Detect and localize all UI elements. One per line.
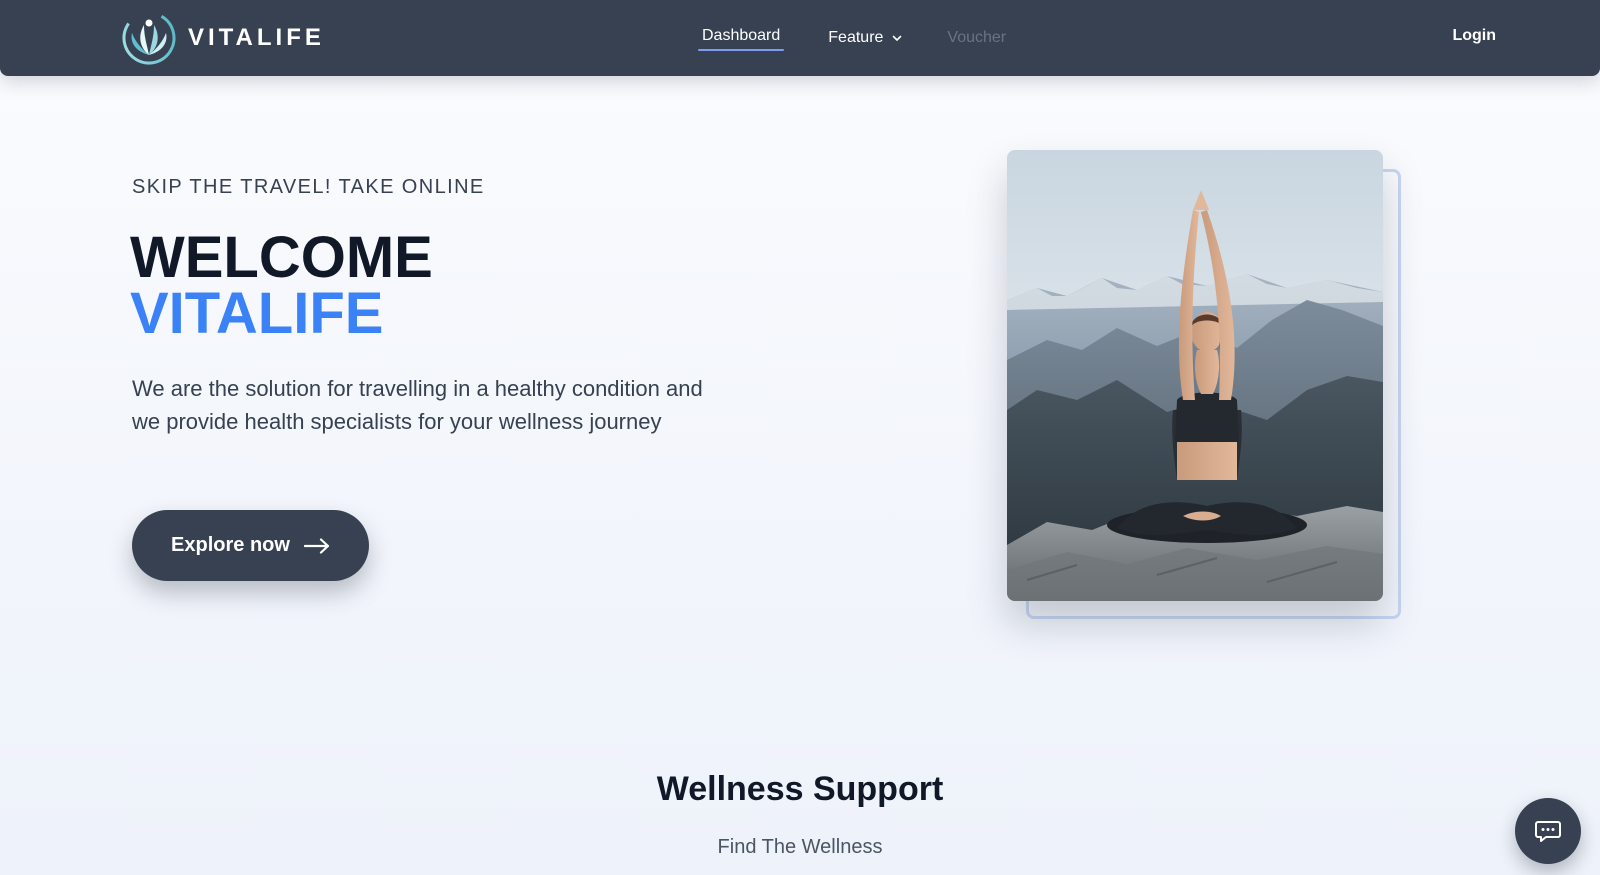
page: VITALIFE Dashboard Feature Voucher Login… (0, 0, 1600, 875)
explore-now-label: Explore now (171, 534, 290, 556)
lotus-figure-logo-icon (122, 11, 176, 65)
brand-name: VITALIFE (188, 24, 325, 51)
section-title: Wellness Support (656, 770, 944, 808)
navbar: VITALIFE Dashboard Feature Voucher Login (0, 0, 1600, 76)
hero-description: We are the solution for travelling in a … (132, 376, 703, 434)
nav-link-dashboard[interactable]: Dashboard (698, 27, 785, 51)
nav-link-feature[interactable]: Feature (828, 29, 903, 47)
chat-button[interactable] (1515, 798, 1581, 864)
explore-now-button[interactable]: Explore now (132, 510, 369, 581)
hero-title-line2: VITALIFE (130, 281, 384, 346)
chat-bubble-icon (1535, 821, 1561, 842)
nav-link-feature-label: Feature (828, 29, 884, 46)
chevron-down-icon (893, 35, 902, 41)
nav-link-voucher[interactable]: Voucher (947, 29, 1006, 47)
brand[interactable]: VITALIFE (122, 11, 325, 65)
hero-title-line1: WELCOME (130, 225, 433, 290)
hero-title: WELCOME VITALIFE (130, 225, 433, 346)
login-link[interactable]: Login (1452, 27, 1496, 45)
arrow-right-icon (303, 537, 330, 554)
section-subtitle: Find The Wellness (717, 836, 883, 858)
main-nav: Dashboard Feature Voucher (698, 0, 1006, 76)
yoga-photo-illustration (1007, 150, 1383, 601)
hero-eyebrow: SKIP THE TRAVEL! TAKE ONLINE (132, 176, 485, 198)
hero-image (1007, 150, 1383, 601)
